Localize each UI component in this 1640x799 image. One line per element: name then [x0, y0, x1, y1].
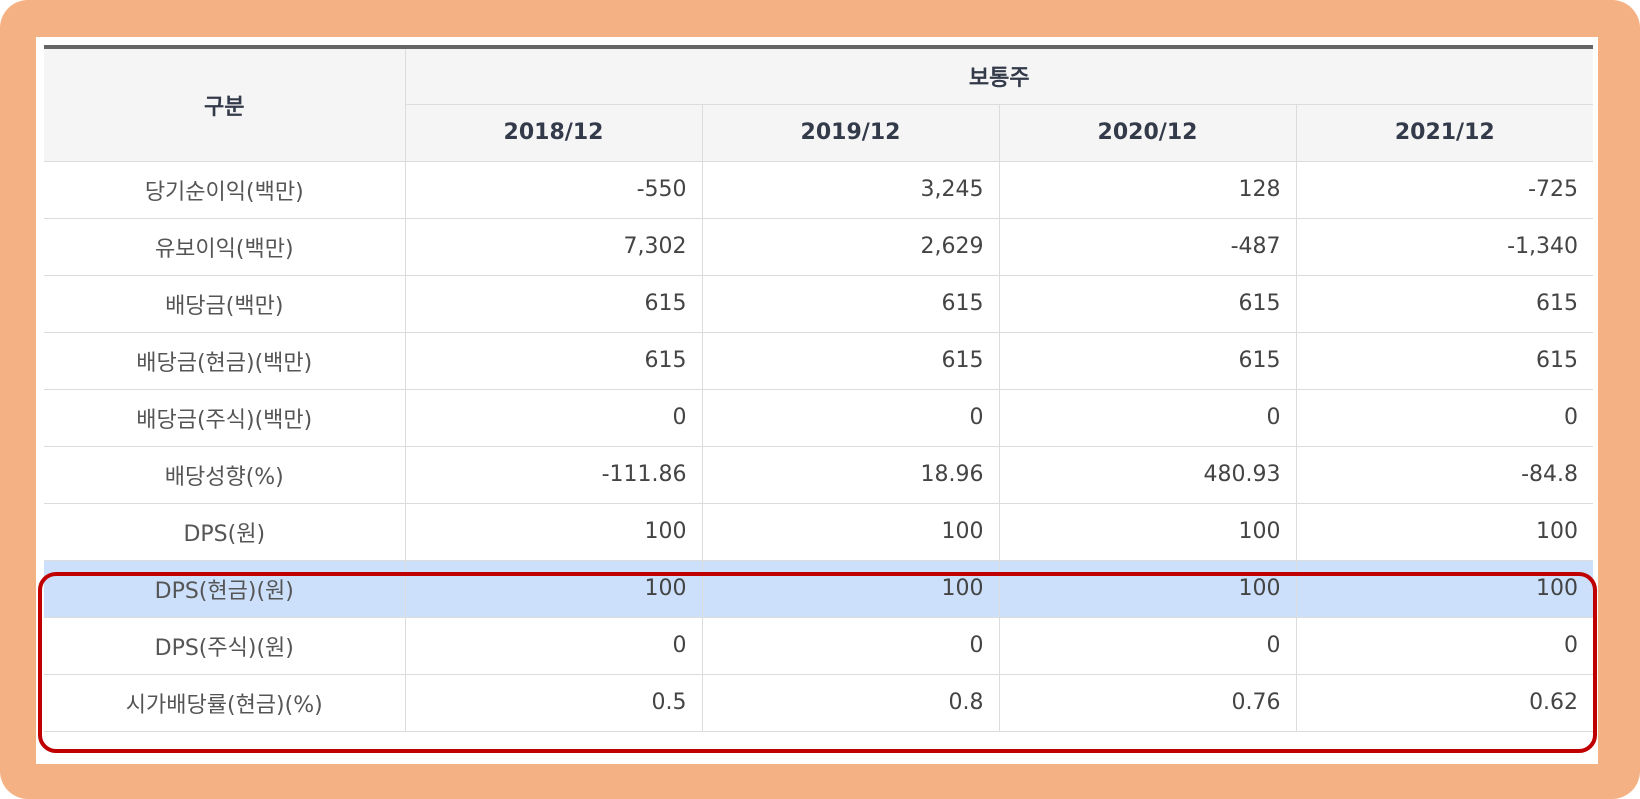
page-frame: 구분 보통주 2018/12 2019/12 2020/12 2021/12 당… [0, 0, 1640, 799]
year-header: 2021/12 [1295, 103, 1594, 162]
row-label: 유보이익(백만) [44, 217, 406, 276]
dividend-table: 구분 보통주 2018/12 2019/12 2020/12 2021/12 당… [44, 45, 1594, 732]
table-header: 구분 보통주 2018/12 2019/12 2020/12 2021/12 [44, 46, 1594, 162]
cell-value: 0 [701, 388, 1000, 447]
cell-value: 100 [1295, 559, 1594, 618]
cell-value: 2,629 [701, 217, 1000, 276]
table-row[interactable]: 유보이익(백만) 7,302 2,629 -487 -1,340 [44, 217, 1594, 276]
cell-value: 615 [1295, 331, 1594, 390]
table-row[interactable]: 시가배당률(현금)(%) 0.5 0.8 0.76 0.62 [44, 673, 1594, 732]
row-label: 배당금(백만) [44, 274, 406, 333]
cell-value: -1,340 [1295, 217, 1594, 276]
cell-value: 128 [998, 160, 1297, 219]
cell-value: -550 [404, 160, 703, 219]
cell-value: 100 [998, 502, 1297, 561]
cell-value: 0 [998, 388, 1297, 447]
header-row-group: 구분 보통주 [44, 46, 1594, 162]
cell-value: 615 [1295, 274, 1594, 333]
row-label: 배당금(현금)(백만) [44, 331, 406, 390]
cell-value: 0 [404, 388, 703, 447]
table-row[interactable]: 배당금(주식)(백만) 0 0 0 0 [44, 388, 1594, 447]
cell-value: 0.62 [1295, 673, 1594, 732]
cell-value: 0 [1295, 616, 1594, 675]
row-label: DPS(현금)(원) [44, 559, 406, 618]
cell-value: 615 [404, 274, 703, 333]
cell-value: 100 [701, 502, 1000, 561]
cell-value: 615 [701, 331, 1000, 390]
cell-value: 0.76 [998, 673, 1297, 732]
row-label: 배당성향(%) [44, 445, 406, 504]
row-header-label: 구분 [44, 46, 406, 162]
table-row[interactable]: 배당금(현금)(백만) 615 615 615 615 [44, 331, 1594, 390]
table-body: 당기순이익(백만) -550 3,245 128 -725 유보이익(백만) 7… [44, 160, 1594, 732]
year-header: 2020/12 [998, 103, 1297, 162]
table-panel: 구분 보통주 2018/12 2019/12 2020/12 2021/12 당… [36, 37, 1598, 764]
cell-value: 3,245 [701, 160, 1000, 219]
cell-value: 0.5 [404, 673, 703, 732]
cell-value: 100 [404, 559, 703, 618]
cell-value: 100 [404, 502, 703, 561]
table-row[interactable]: DPS(원) 100 100 100 100 [44, 502, 1594, 561]
table-row[interactable]: 당기순이익(백만) -550 3,245 128 -725 [44, 160, 1594, 219]
cell-value: 0 [1295, 388, 1594, 447]
year-header: 2019/12 [701, 103, 1000, 162]
cell-value: 0 [998, 616, 1297, 675]
row-label: DPS(주식)(원) [44, 616, 406, 675]
cell-value: 0.8 [701, 673, 1000, 732]
cell-value: 0 [404, 616, 703, 675]
table-row[interactable]: 배당성향(%) -111.86 18.96 480.93 -84.8 [44, 445, 1594, 504]
year-header: 2018/12 [405, 103, 703, 162]
cell-value: -84.8 [1295, 445, 1594, 504]
table-row[interactable]: DPS(주식)(원) 0 0 0 0 [44, 616, 1594, 675]
cell-value: -111.86 [404, 445, 703, 504]
cell-value: 7,302 [404, 217, 703, 276]
table-row[interactable]: 배당금(백만) 615 615 615 615 [44, 274, 1594, 333]
cell-value: 615 [701, 274, 1000, 333]
cell-value: 18.96 [701, 445, 1000, 504]
cell-value: 615 [404, 331, 703, 390]
cell-value: 480.93 [998, 445, 1297, 504]
cell-value: 100 [701, 559, 1000, 618]
cell-value: 100 [998, 559, 1297, 618]
cell-value: -725 [1295, 160, 1594, 219]
cell-value: 100 [1295, 502, 1594, 561]
row-label: 당기순이익(백만) [44, 160, 406, 219]
group-header-common-stock: 보통주 [404, 46, 1594, 105]
cell-value: 615 [998, 274, 1297, 333]
cell-value: 0 [701, 616, 1000, 675]
row-label: 시가배당률(현금)(%) [44, 673, 406, 732]
row-label: DPS(원) [44, 502, 406, 561]
cell-value: 615 [998, 331, 1297, 390]
row-label: 배당금(주식)(백만) [44, 388, 406, 447]
cell-value: -487 [998, 217, 1297, 276]
table-row-selected[interactable]: DPS(현금)(원) 100 100 100 100 [44, 559, 1594, 618]
